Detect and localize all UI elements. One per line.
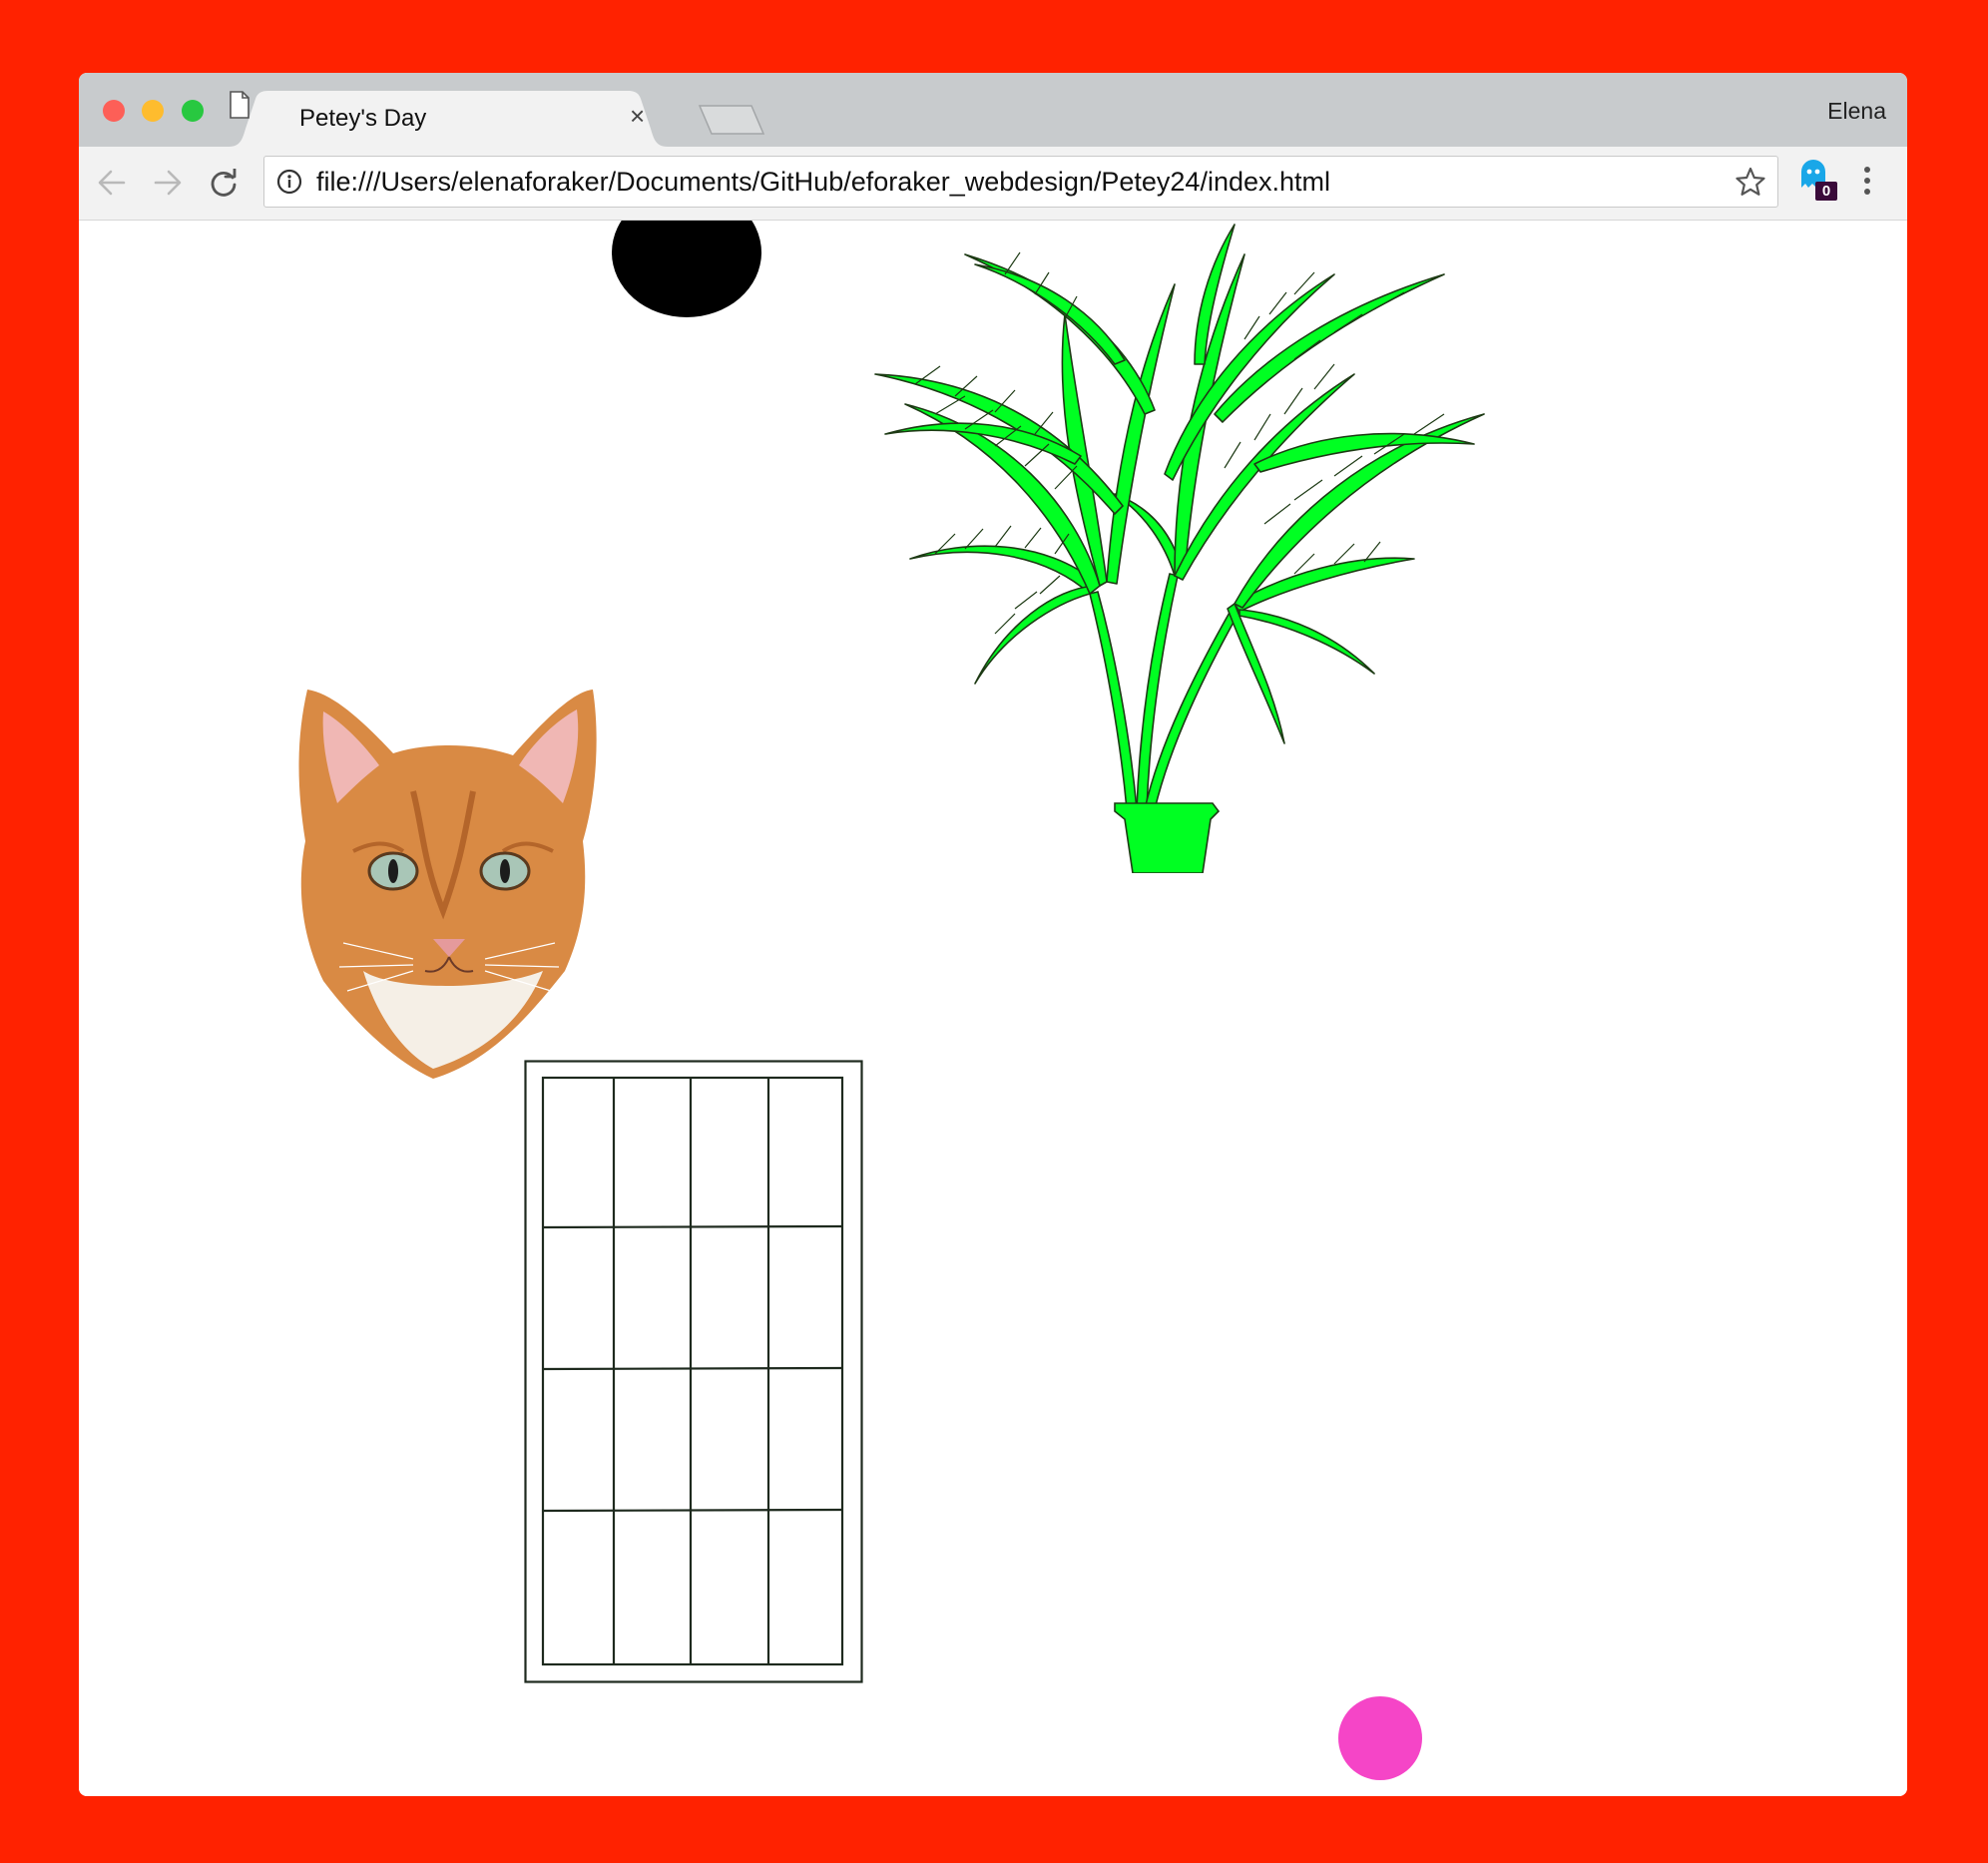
tab-close-icon[interactable]: × bbox=[630, 101, 645, 131]
reload-icon[interactable] bbox=[209, 169, 239, 199]
profile-name[interactable]: Elena bbox=[1827, 98, 1886, 125]
palm-plant[interactable] bbox=[815, 221, 1574, 873]
title-bar: Petey's Day × Elena bbox=[79, 73, 1907, 147]
zoom-window-button[interactable] bbox=[182, 100, 204, 122]
info-icon[interactable] bbox=[276, 169, 302, 195]
new-tab-button[interactable] bbox=[698, 104, 765, 136]
minimize-window-button[interactable] bbox=[142, 100, 164, 122]
page-icon bbox=[230, 91, 249, 119]
cat-head[interactable] bbox=[293, 682, 613, 1081]
pink-ball[interactable] bbox=[1337, 1695, 1423, 1781]
tab-shape bbox=[229, 91, 668, 147]
tab-petey-day[interactable]: Petey's Day × bbox=[229, 91, 668, 147]
forward-arrow-icon[interactable] bbox=[153, 169, 183, 197]
address-bar[interactable]: file:///Users/elenaforaker/Documents/Git… bbox=[263, 156, 1778, 208]
back-arrow-icon[interactable] bbox=[97, 169, 127, 197]
extension-badge: 0 bbox=[1815, 182, 1837, 201]
star-icon[interactable] bbox=[1736, 167, 1765, 197]
toolbar: file:///Users/elenaforaker/Documents/Git… bbox=[79, 147, 1907, 221]
ghost-extension-icon[interactable]: 0 bbox=[1797, 158, 1841, 202]
tab-title: Petey's Day bbox=[299, 105, 427, 132]
browser-window: Petey's Day × Elena file:///Users/elenaf… bbox=[79, 73, 1907, 1796]
url-text[interactable]: file:///Users/elenaforaker/Documents/Git… bbox=[316, 167, 1330, 198]
window-grid[interactable] bbox=[524, 1060, 865, 1684]
black-ball[interactable] bbox=[611, 221, 762, 318]
close-window-button[interactable] bbox=[103, 100, 125, 122]
kebab-menu-icon[interactable] bbox=[1862, 165, 1872, 197]
page-content bbox=[79, 221, 1907, 1796]
